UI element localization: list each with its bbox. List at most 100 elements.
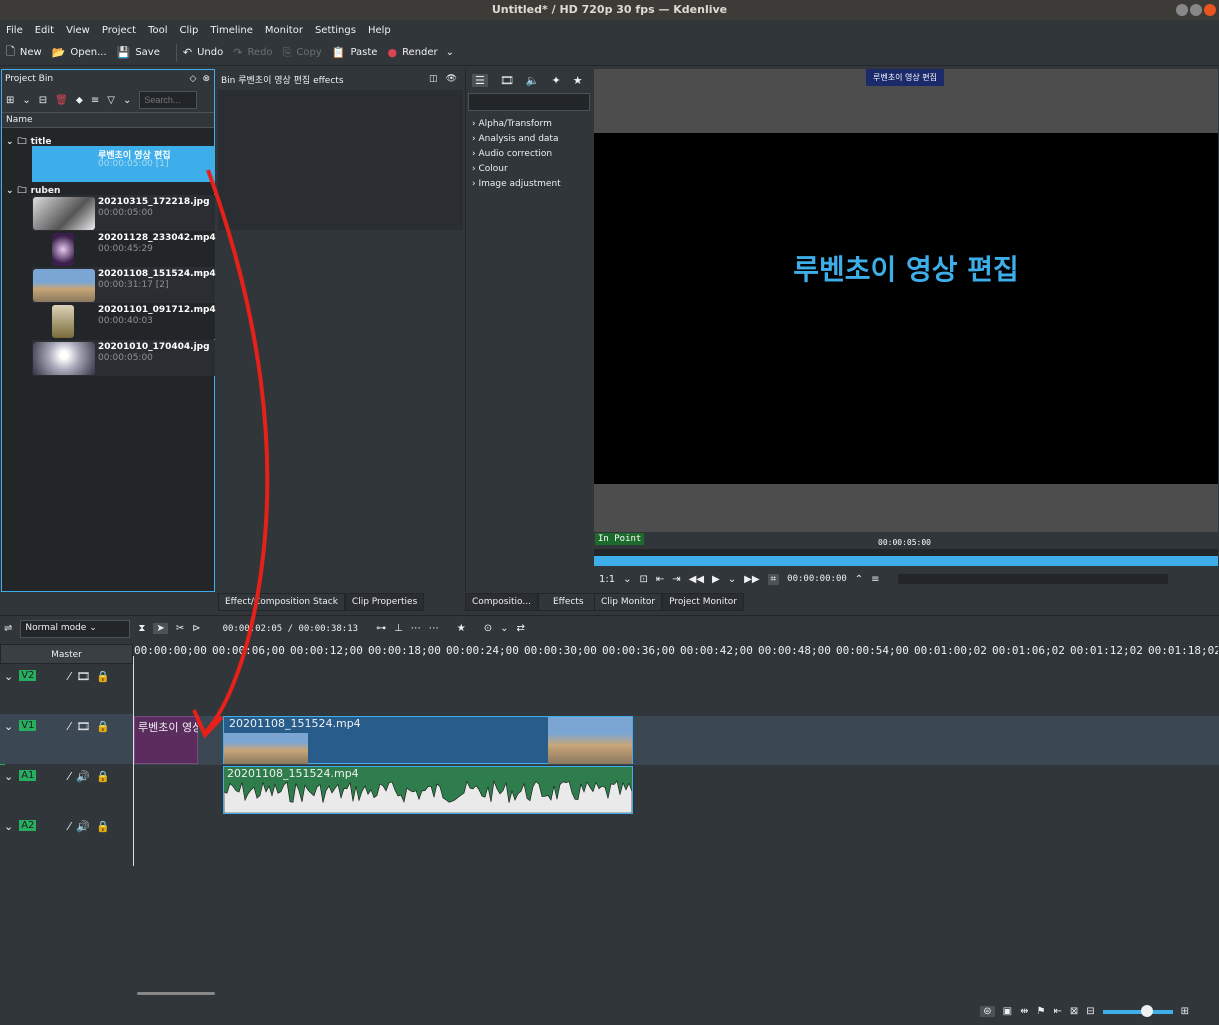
video-icon[interactable]: 🎞 xyxy=(76,720,90,733)
favorite-icon[interactable]: ★ xyxy=(457,623,466,634)
bin-clip-title[interactable]: 루벤초이 영상 편집 00:00:05:00 [1] xyxy=(32,146,215,182)
new-button[interactable]: 🗋 New xyxy=(6,43,42,62)
speaker-icon[interactable]: 🔊 xyxy=(76,820,90,833)
zoom-in-icon[interactable]: ⊞ xyxy=(1181,1006,1189,1017)
menu-timeline[interactable]: Timeline xyxy=(210,25,253,36)
master-track[interactable]: Master xyxy=(0,644,133,664)
spin-icon[interactable]: ⌃ xyxy=(855,574,863,585)
edit-mode-select[interactable]: Normal mode ⌄ xyxy=(20,619,131,638)
fit-zoom-icon[interactable]: ⊠ xyxy=(1070,1006,1078,1017)
zoom-slider-handle[interactable] xyxy=(1140,1004,1153,1017)
track-header-a2[interactable]: ⌄ A2 ⁄ 🔊 🔒 xyxy=(0,814,133,864)
set-in-icon[interactable]: ⇤ xyxy=(656,574,664,585)
monitor-screen[interactable] xyxy=(594,133,1218,484)
minimize-button[interactable] xyxy=(1176,4,1188,16)
menu-settings[interactable]: Settings xyxy=(315,25,356,36)
bin-search-input[interactable] xyxy=(139,91,198,109)
bin-clip[interactable]: 20210315_172218.jpg 00:00:05:00 xyxy=(32,195,215,231)
video-icon[interactable]: 🎞 xyxy=(76,670,90,683)
bin-clip[interactable]: 20201128_233042.mp4 00:00:45:29 xyxy=(32,231,216,267)
bin-clip[interactable]: 20201101_091712.mp4 00:00:40:03 xyxy=(32,303,216,339)
compare-icon[interactable]: ◫ xyxy=(429,74,438,84)
timeline-title-clip[interactable]: 루벤초이 영상 편집 xyxy=(134,716,198,764)
effect-category[interactable]: › Audio correction xyxy=(466,147,592,162)
chevron-down-icon[interactable]: ⌄ xyxy=(500,623,508,634)
overwrite-icon[interactable]: ⊥ xyxy=(394,623,403,634)
menu-monitor[interactable]: Monitor xyxy=(265,25,303,36)
eye-icon[interactable]: 👁 xyxy=(446,74,457,84)
render-button[interactable]: ● Render ⌄ xyxy=(387,46,454,59)
set-out-icon[interactable]: ⇥ xyxy=(672,574,680,585)
effect-category[interactable]: › Image adjustment xyxy=(466,177,592,192)
timeline-playhead[interactable] xyxy=(133,656,134,866)
menu-help[interactable]: Help xyxy=(368,25,391,36)
lock-icon[interactable]: 🔒 xyxy=(96,720,110,733)
effect-category[interactable]: › Colour xyxy=(466,162,592,177)
delete-icon[interactable]: 🗑 xyxy=(55,95,68,106)
list-icon[interactable]: ☰ xyxy=(472,73,488,87)
paste-button[interactable]: 📋 Paste xyxy=(332,46,378,59)
copy-button[interactable]: ⎘ Copy xyxy=(283,46,322,60)
effect-category[interactable]: › Analysis and data xyxy=(466,132,592,147)
track-menu-icon[interactable]: ⇌ xyxy=(4,623,12,634)
snap-icon[interactable]: ⊙ xyxy=(484,623,492,634)
zoom-out-icon[interactable]: ⊟ xyxy=(1086,1006,1094,1017)
menu-file[interactable]: File xyxy=(6,25,23,36)
insert-icon[interactable]: ⊶ xyxy=(376,623,386,634)
bin-clip[interactable]: 20201010_170404.jpg 00:00:05:00 xyxy=(32,340,215,376)
effects-icon[interactable]: ⁄ xyxy=(68,820,70,833)
menu-edit[interactable]: Edit xyxy=(35,25,54,36)
forward-icon[interactable]: ▶▶ xyxy=(744,574,759,585)
chevron-down-icon[interactable]: ⌄ xyxy=(123,95,131,106)
menu-view[interactable]: View xyxy=(66,25,90,36)
tab-project-monitor[interactable]: Project Monitor xyxy=(662,593,744,611)
snap-icon[interactable]: ⇤ xyxy=(1053,1006,1061,1017)
float-icon[interactable]: ◇ xyxy=(190,74,197,84)
tag-icon[interactable]: ⬥ xyxy=(76,95,83,106)
rewind-icon[interactable]: ◀◀ xyxy=(689,574,704,585)
show-markers-icon[interactable]: ⇹ xyxy=(1020,1006,1028,1017)
effects-icon[interactable]: ⁄ xyxy=(68,770,70,783)
menu-tool[interactable]: Tool xyxy=(148,25,167,36)
extract-icon[interactable]: ⋯ xyxy=(429,623,439,634)
custom-icon[interactable]: ✦ xyxy=(552,74,561,87)
redo-button[interactable]: ↷ Redo xyxy=(233,46,272,59)
undo-button[interactable]: ↶ Undo xyxy=(183,46,223,59)
effects-icon[interactable]: ⁄ xyxy=(68,720,70,733)
monitor-timecode[interactable]: 00:00:00:00 xyxy=(787,574,847,584)
lock-icon[interactable]: 🔒 xyxy=(96,770,110,783)
timeline-video-clip[interactable]: 20201108_151524.mp4 xyxy=(223,716,633,764)
effects-search-input[interactable] xyxy=(468,93,590,111)
bin-clip[interactable]: 20201108_151524.mp4 00:00:31:17 [2] xyxy=(32,267,216,303)
menu-clip[interactable]: Clip xyxy=(180,25,199,36)
effect-category[interactable]: › Alpha/Transform xyxy=(466,117,592,132)
tab-clip-monitor[interactable]: Clip Monitor xyxy=(594,593,663,611)
tab-compositions[interactable]: Compositio... xyxy=(465,593,538,611)
chevron-down-icon[interactable]: ⌄ xyxy=(22,95,30,106)
chevron-down-icon[interactable]: ⌄ xyxy=(623,574,631,585)
fullscreen-icon[interactable]: ⊡ xyxy=(639,574,647,585)
chevron-down-icon[interactable]: ⌄ xyxy=(446,47,454,58)
timeline-audio-clip[interactable]: 20201108_151524.mp4 xyxy=(223,766,633,814)
track-row-a2[interactable] xyxy=(134,816,1219,866)
audio-thumbnails-icon[interactable]: ⊜ xyxy=(980,1006,995,1017)
monitor-ruler[interactable] xyxy=(594,556,1218,566)
flag-icon[interactable]: ⚑ xyxy=(1036,1006,1045,1017)
lift-icon[interactable]: ⋯ xyxy=(411,623,421,634)
zoom-slider[interactable] xyxy=(1102,1004,1173,1017)
spacer-tool-icon[interactable]: ⧗ xyxy=(138,623,145,634)
audio-icon[interactable]: 🔈 xyxy=(526,74,540,87)
close-button[interactable] xyxy=(1204,4,1216,16)
menu-icon[interactable]: ≡ xyxy=(91,95,99,106)
lock-icon[interactable]: 🔒 xyxy=(96,820,110,833)
chevron-down-icon[interactable]: ⌄ xyxy=(4,670,13,683)
zoom-select[interactable]: 1:1 xyxy=(599,574,615,585)
lock-icon[interactable]: 🔒 xyxy=(96,670,110,683)
track-row-v2[interactable] xyxy=(134,666,1219,716)
timeline-scrollbar[interactable] xyxy=(137,992,215,995)
chevron-down-icon[interactable]: ⌄ xyxy=(4,720,13,733)
razor-tool-icon[interactable]: ✂ xyxy=(176,623,184,634)
settings-icon[interactable]: ⇄ xyxy=(517,623,525,634)
bin-column-header[interactable]: Name xyxy=(2,112,214,128)
chevron-down-icon[interactable]: ⌄ xyxy=(728,574,736,585)
